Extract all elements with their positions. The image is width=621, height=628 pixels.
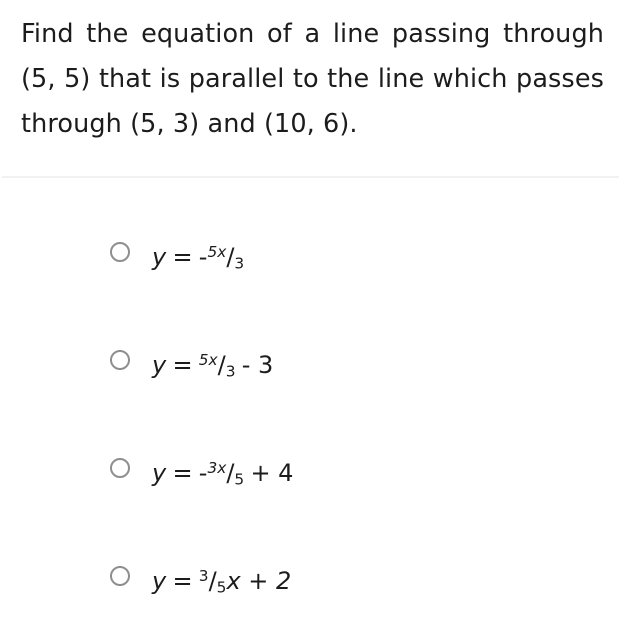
option-3-denominator: 5	[234, 470, 245, 489]
option-4-tail: x + 2	[226, 566, 292, 595]
answer-option-4[interactable]: y = 3/5x + 2	[0, 520, 621, 628]
option-3-equals: =	[172, 458, 193, 487]
option-1-denominator: 3	[234, 254, 245, 273]
question-page: Find the equation of a line passing thro…	[0, 0, 621, 617]
option-2-tail: - 3	[241, 350, 274, 379]
option-3-numerator: 3x	[207, 459, 227, 477]
answer-option-2[interactable]: y = 5x/3 - 3	[0, 304, 621, 412]
answer-option-1-label: y = -5x/3	[152, 236, 250, 280]
option-1-variable: y	[152, 242, 167, 271]
option-3-variable: y	[152, 458, 167, 487]
answer-option-3-label: y = -3x/5 + 4	[152, 452, 293, 496]
radio-button-2[interactable]	[110, 350, 130, 370]
option-4-denominator: 5	[216, 578, 227, 597]
answer-option-2-label: y = 5x/3 - 3	[152, 344, 273, 388]
option-2-denominator: 3	[225, 362, 236, 381]
answer-option-3[interactable]: y = -3x/5 + 4	[0, 412, 621, 520]
radio-button-3[interactable]	[110, 458, 130, 478]
section-divider	[2, 176, 619, 178]
option-4-numerator: 3	[198, 567, 209, 585]
question-stem: Find the equation of a line passing thro…	[21, 12, 604, 147]
radio-button-1[interactable]	[110, 242, 130, 262]
option-4-variable: y	[152, 566, 167, 595]
option-4-equals: =	[172, 566, 193, 595]
answer-options-list: y = -5x/3 y = 5x/3- 3 y = -3x/5 + 4 y = 3/5x + 2	[0, 196, 621, 628]
option-2-numerator: 5x	[198, 351, 218, 369]
option-3-tail: + 4	[250, 458, 294, 487]
answer-option-1[interactable]: y = -5x/3	[0, 196, 621, 304]
option-2-equals: =	[172, 350, 193, 379]
answer-option-4-label: y = 3/5x + 2	[152, 560, 291, 604]
option-4-slash: /	[208, 566, 217, 595]
option-2-slash: /	[217, 350, 226, 379]
question-text: Find the equation of a line passing thro…	[21, 19, 604, 139]
option-1-equals: =	[172, 242, 193, 271]
option-1-numerator: 5x	[207, 243, 227, 261]
option-2-variable: y	[152, 350, 167, 379]
radio-button-4[interactable]	[110, 566, 130, 586]
